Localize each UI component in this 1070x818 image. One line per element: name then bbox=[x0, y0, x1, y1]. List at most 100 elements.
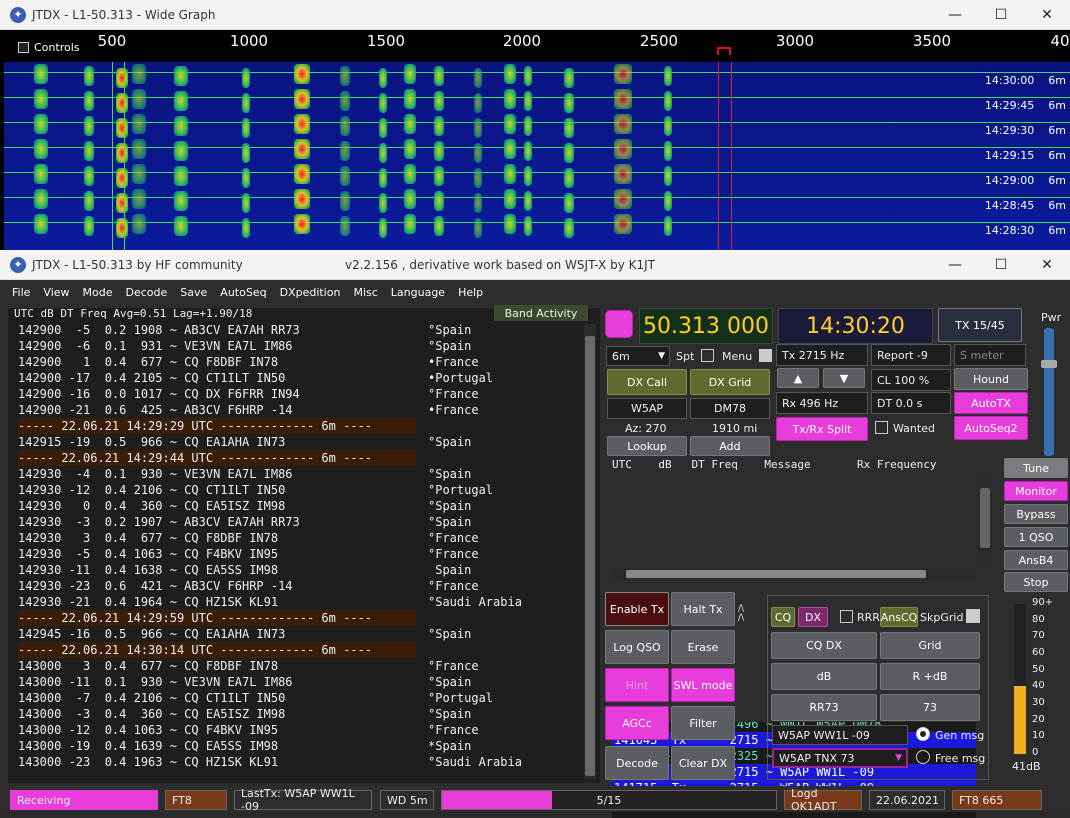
decode-separator[interactable]: ----- 22.06.21 14:29:59 UTC ------------… bbox=[18, 610, 600, 626]
menu-save[interactable]: Save bbox=[180, 286, 207, 299]
decode-row[interactable]: 142930 -3 0.2 1907 ~ AB3CV EA7AH RR73 °Sp… bbox=[18, 514, 600, 530]
dx-call-button[interactable]: DX Call bbox=[607, 369, 687, 395]
maximize-icon[interactable]: ☐ bbox=[978, 0, 1024, 30]
swl-mode-button[interactable]: SWL mode bbox=[671, 668, 735, 702]
menu-language[interactable]: Language bbox=[391, 286, 445, 299]
dial-frequency[interactable]: 50.313 000 bbox=[639, 308, 773, 344]
close-icon[interactable]: ✕ bbox=[1024, 0, 1070, 30]
scrollbar-thumb[interactable] bbox=[980, 488, 990, 548]
controls-checkbox[interactable] bbox=[18, 42, 29, 53]
decode-row[interactable]: 142900 -21 0.6 425 ~ AB3CV F6HRP -14 •Fra… bbox=[18, 402, 600, 418]
rx-frequency-field[interactable]: Rx 496 Hz bbox=[776, 392, 868, 414]
tune-button[interactable]: Tune bbox=[1004, 458, 1068, 478]
waterfall[interactable]: 14:30:00 6m 14:29:45 6m 14:29:30 6m 14:29:15 6m… bbox=[4, 62, 1070, 250]
rr73-button[interactable]: RR73 bbox=[771, 694, 877, 721]
decode-row[interactable]: 142945 -16 0.5 966 ~ CQ EA1AHA IN73 °Spai… bbox=[18, 626, 600, 642]
tx-frequency-field[interactable]: Tx 2715 Hz bbox=[776, 344, 868, 366]
menu-misc[interactable]: Misc bbox=[353, 286, 377, 299]
ansb4-button[interactable]: AnsB4 bbox=[1004, 550, 1068, 570]
smeter-field[interactable]: S meter bbox=[954, 344, 1026, 366]
rrr-checkbox[interactable] bbox=[840, 610, 853, 623]
erase-button[interactable]: Erase bbox=[671, 630, 735, 664]
anscq-button[interactable]: AnsCQ bbox=[880, 607, 918, 627]
menu-decode[interactable]: Decode bbox=[126, 286, 168, 299]
gen-msg-field[interactable]: W5AP WW1L -09 bbox=[772, 725, 908, 745]
menu-help[interactable]: Help bbox=[458, 286, 483, 299]
decode-row[interactable]: 143000 -23 0.4 1963 ~ CQ HZ1SK KL91 °Saud… bbox=[18, 754, 600, 770]
autotx-button[interactable]: AutoTX bbox=[954, 392, 1028, 414]
scrollbar-thumb[interactable] bbox=[585, 336, 595, 776]
band-select[interactable]: 6m ▼ bbox=[606, 346, 670, 366]
s73-button[interactable]: 73 bbox=[880, 694, 980, 721]
decode-row[interactable]: 142900 -5 0.2 1908 ~ AB3CV EA7AH RR73 °Sp… bbox=[18, 322, 600, 338]
decode-row[interactable]: 142930 0 0.4 360 ~ CQ EA5ISZ IM98 °Spain bbox=[18, 498, 600, 514]
pwr-slider[interactable] bbox=[1041, 328, 1057, 456]
decode-row[interactable]: 142915 -19 0.5 966 ~ CQ EA1AHA IN73 °Spai… bbox=[18, 434, 600, 450]
tx-period[interactable]: TX 15/45 bbox=[938, 308, 1022, 342]
menu-view[interactable]: View bbox=[43, 286, 69, 299]
maximize-icon[interactable]: ☐ bbox=[978, 250, 1024, 280]
decode-separator[interactable]: ----- 22.06.21 14:29:44 UTC ------------… bbox=[18, 450, 600, 466]
decode-row[interactable]: 142930 3 0.4 677 ~ CQ F8DBF IN78 °France bbox=[18, 530, 600, 546]
decode-row[interactable]: 143000 -3 0.4 360 ~ CQ EA5ISZ IM98 °Spain bbox=[18, 706, 600, 722]
decode-row[interactable]: 142930 -23 0.6 421 ~ AB3CV F6HRP -14 °Fra… bbox=[18, 578, 600, 594]
r-db-button[interactable]: R +dB bbox=[880, 663, 980, 690]
skpgrid-checkbox[interactable] bbox=[966, 609, 980, 623]
spt-checkbox[interactable] bbox=[701, 349, 714, 362]
add-button[interactable]: Add bbox=[690, 436, 770, 456]
dx-call-field[interactable]: W5AP bbox=[607, 398, 687, 419]
tx-down-button[interactable]: ▼ bbox=[823, 368, 865, 388]
decode-row[interactable]: 143000 -7 0.4 2106 ~ CQ CT1ILT IN50 °Port… bbox=[18, 690, 600, 706]
menu-dxpedition[interactable]: DXpedition bbox=[280, 286, 341, 299]
decode-list[interactable]: 142900 -5 0.2 1908 ~ AB3CV EA7AH RR73 °Sp… bbox=[8, 322, 600, 770]
decode-button[interactable]: Decode bbox=[605, 746, 669, 780]
tx-up-button[interactable]: ▲ bbox=[777, 368, 819, 388]
decode-row[interactable]: 142930 -21 0.4 1964 ~ CQ HZ1SK KL91 °Saud… bbox=[18, 594, 600, 610]
tx-marker[interactable] bbox=[717, 47, 731, 55]
stop-button[interactable]: Stop bbox=[1004, 572, 1068, 592]
close-icon[interactable]: ✕ bbox=[1024, 250, 1070, 280]
decode-row[interactable]: 142900 -6 0.1 931 ~ VE3VN EA7L IM86 °Spai… bbox=[18, 338, 600, 354]
report-field[interactable]: Report -9 bbox=[871, 344, 951, 366]
cl-field[interactable]: CL 100 % bbox=[871, 369, 951, 391]
menu-autoseq[interactable]: AutoSeq bbox=[220, 286, 266, 299]
clear-dx-button[interactable]: Clear DX bbox=[671, 746, 735, 780]
wanted-checkbox[interactable] bbox=[875, 421, 888, 434]
menu-file[interactable]: File bbox=[12, 286, 30, 299]
decode-row[interactable]: 142930 -12 0.4 2106 ~ CQ CT1ILT IN50 °Por… bbox=[18, 482, 600, 498]
controls-toggle[interactable]: Controls bbox=[18, 41, 80, 54]
decode-row[interactable]: 142930 -5 0.4 1063 ~ CQ F4BKV IN95 °Franc… bbox=[18, 546, 600, 562]
decode-row[interactable]: 143000 -19 0.4 1639 ~ CQ EA5SS IM98 *Spai… bbox=[18, 738, 600, 754]
decode-row[interactable]: 142900 -17 0.4 2105 ~ CQ CT1ILT IN50 •Por… bbox=[18, 370, 600, 386]
cq-button[interactable]: CQ bbox=[771, 607, 795, 627]
cq-dx-button[interactable]: CQ DX bbox=[771, 632, 877, 659]
autoseq2-button[interactable]: AutoSeq2 bbox=[954, 416, 1028, 440]
monitor-button[interactable]: Monitor bbox=[1004, 481, 1068, 501]
db-button[interactable]: dB bbox=[771, 663, 877, 690]
rx-list-hscroll[interactable] bbox=[612, 568, 976, 580]
decode-row[interactable]: 142930 -4 0.1 930 ~ VE3VN EA7L IM86 °Spai… bbox=[18, 466, 600, 482]
dx-button[interactable]: DX bbox=[798, 607, 828, 627]
rx-list-vscroll[interactable] bbox=[978, 472, 992, 568]
log-qso-button[interactable]: Log QSO bbox=[605, 630, 669, 664]
decode-row[interactable]: 143000 -11 0.1 930 ~ VE3VN EA7L IM86 °Spa… bbox=[18, 674, 600, 690]
decode-scrollbar[interactable] bbox=[584, 324, 596, 779]
bypass-button[interactable]: Bypass bbox=[1004, 504, 1068, 524]
free-msg-radio[interactable] bbox=[916, 750, 930, 764]
dt-field[interactable]: DT 0.0 s bbox=[871, 392, 951, 414]
hound-button[interactable]: Hound bbox=[954, 368, 1028, 390]
enable-tx-button[interactable]: Enable Tx bbox=[605, 592, 669, 626]
decode-separator[interactable]: ----- 22.06.21 14:30:14 UTC ------------… bbox=[18, 642, 600, 658]
decode-row[interactable]: 142900 -16 0.0 1017 ~ CQ DX F6FRR IN94 °F… bbox=[18, 386, 600, 402]
tab-arrows[interactable]: /\/\ bbox=[738, 605, 744, 623]
menu-mode[interactable]: Mode bbox=[83, 286, 113, 299]
filter-button[interactable]: Filter bbox=[671, 706, 735, 740]
dx-grid-field[interactable]: DM78 bbox=[690, 398, 770, 419]
minimize-icon[interactable]: — bbox=[932, 250, 978, 280]
scrollbar-thumb[interactable] bbox=[626, 570, 926, 578]
decode-separator[interactable]: ----- 22.06.21 14:29:29 UTC ------------… bbox=[18, 418, 600, 434]
band-activity-button[interactable]: Band Activity bbox=[494, 305, 588, 321]
pwr-slider-handle[interactable] bbox=[1041, 360, 1057, 368]
lookup-button[interactable]: Lookup bbox=[607, 436, 687, 456]
free-msg-select[interactable]: W5AP TNX 73 ▼ bbox=[772, 748, 908, 768]
